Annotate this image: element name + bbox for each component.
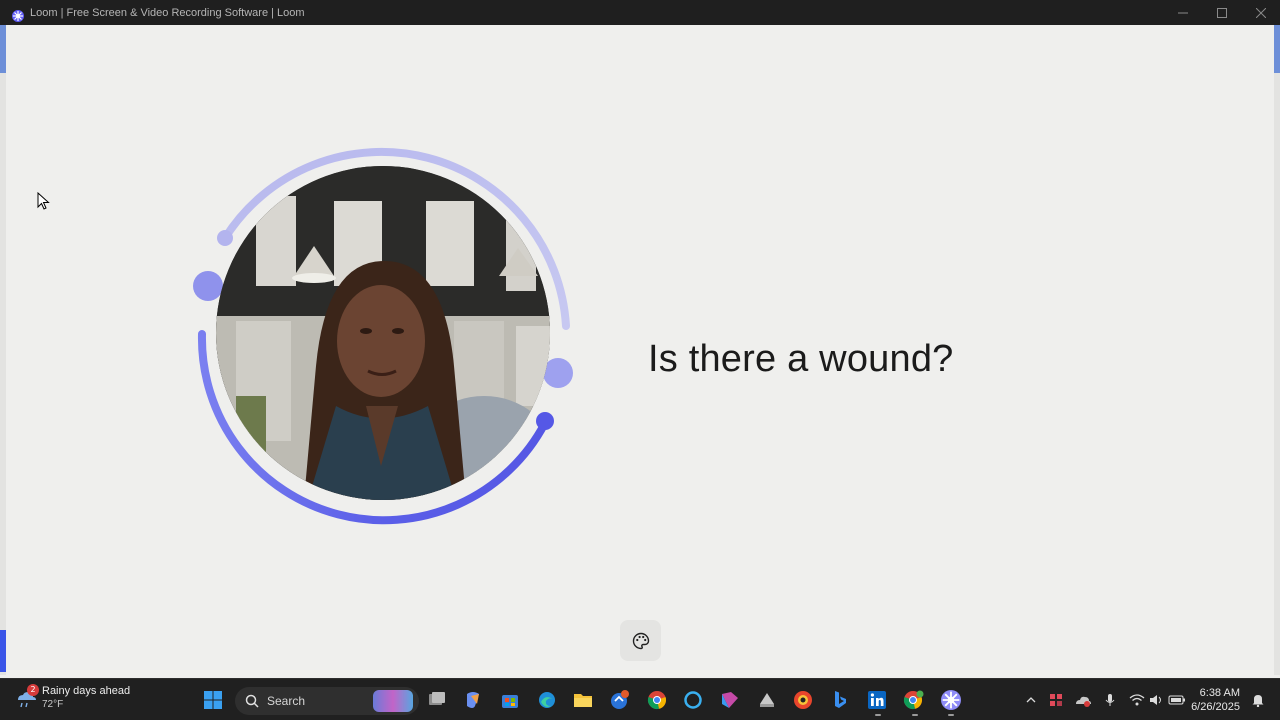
copilot-icon[interactable] (461, 688, 485, 712)
title-bar[interactable]: Loom | Free Screen & Video Recording Sof… (0, 0, 1280, 25)
running-indicator (875, 714, 881, 716)
bing-icon[interactable] (828, 688, 852, 712)
wifi-icon[interactable] (1126, 688, 1148, 712)
notification-bell-icon[interactable] (1247, 688, 1269, 712)
mouse-cursor-icon (37, 191, 51, 210)
weather-alert-badge: 2 (27, 684, 39, 696)
taskbar-search[interactable]: Search (235, 687, 419, 715)
chrome-profile-icon[interactable] (902, 688, 926, 712)
copilot-app-icon[interactable] (718, 688, 742, 712)
task-view-icon[interactable] (425, 688, 449, 712)
cortana-icon[interactable] (681, 688, 705, 712)
webcam-video (216, 166, 550, 500)
weather-widget[interactable]: 2 Rainy days ahead 72°F (14, 684, 131, 711)
app-notification-icon[interactable] (608, 688, 632, 712)
running-indicator (912, 714, 918, 716)
onedrive-icon[interactable] (1072, 688, 1094, 712)
volume-icon[interactable] (1146, 688, 1168, 712)
loom-window: Loom | Free Screen & Video Recording Sof… (0, 0, 1280, 678)
background-window-edge-right (1274, 25, 1280, 675)
search-highlight-image (373, 690, 413, 712)
camera-bubble[interactable] (190, 138, 580, 528)
taskbar: 2 Rainy days ahead 72°F Search 6:38 AM 6… (0, 678, 1280, 720)
caption-text: Is there a wound? (648, 338, 954, 380)
windows-start-icon[interactable] (201, 688, 225, 712)
palette-icon (632, 632, 649, 649)
minimize-button[interactable] (1163, 0, 1202, 25)
linkedin-icon[interactable] (865, 688, 889, 712)
rain-cloud-icon: 2 (14, 684, 39, 710)
app-icon[interactable] (755, 688, 779, 712)
chrome-icon[interactable] (645, 688, 669, 712)
running-indicator (948, 714, 954, 716)
microsoft-store-icon[interactable] (498, 688, 522, 712)
weather-temp: 72°F (42, 699, 64, 710)
edge-icon[interactable] (535, 688, 559, 712)
palette-button[interactable] (620, 620, 661, 661)
background-window-edge-right-accent (1274, 25, 1280, 73)
maximize-button[interactable] (1202, 0, 1241, 25)
chevron-up-icon[interactable] (1020, 688, 1042, 712)
search-icon (245, 694, 259, 708)
window-controls (1163, 0, 1280, 25)
weather-title: Rainy days ahead (42, 685, 131, 697)
system-clock[interactable]: 6:38 AM 6/26/2025 (1191, 686, 1240, 714)
battery-icon[interactable] (1166, 688, 1188, 712)
close-button[interactable] (1241, 0, 1280, 25)
window-title: Loom | Free Screen & Video Recording Sof… (30, 6, 305, 19)
clock-time: 6:38 AM (1199, 687, 1240, 699)
loom-taskbar-icon[interactable] (939, 688, 963, 712)
loom-icon (12, 7, 24, 22)
microphone-icon[interactable] (1099, 688, 1121, 712)
tray-app-icon[interactable] (1045, 688, 1067, 712)
browser-icon[interactable] (791, 688, 815, 712)
clock-date: 6/26/2025 (1191, 701, 1240, 713)
file-explorer-icon[interactable] (571, 688, 595, 712)
search-label: Search (267, 694, 306, 708)
